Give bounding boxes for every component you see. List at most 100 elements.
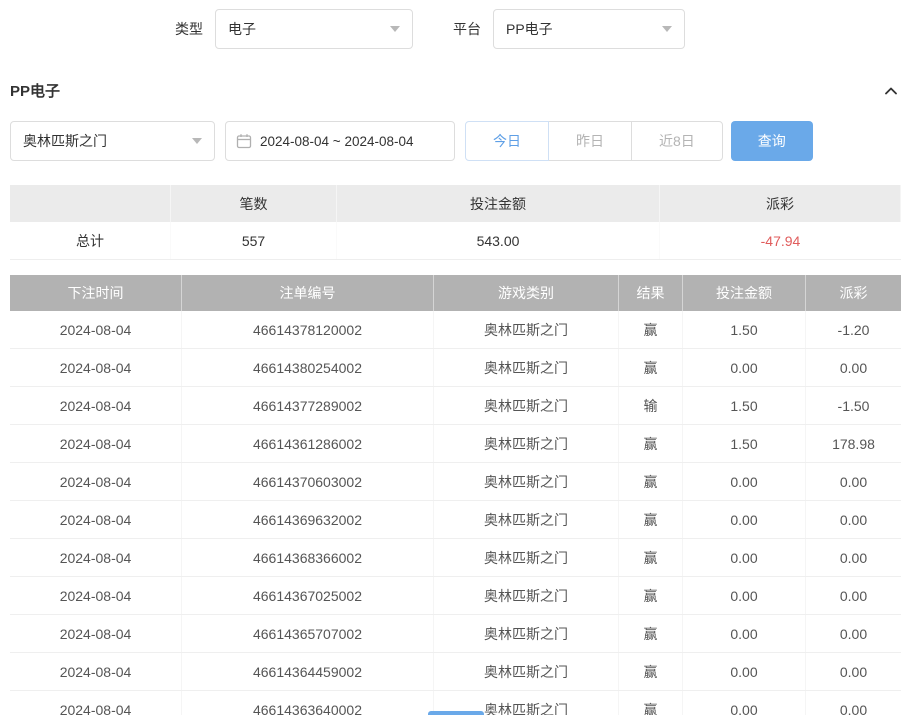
table-row: 2024-08-0446614377289002奥林匹斯之门输1.50-1.50 [10,387,901,425]
summary-total-label: 总计 [10,222,171,259]
result-cell: 赢 [619,691,683,715]
result-cell: 赢 [619,349,683,386]
summary-payout-value: -47.94 [660,222,901,259]
result-cell: 输 [619,387,683,424]
result-cell: 赢 [619,615,683,652]
date-range-input[interactable]: 2024-08-04 ~ 2024-08-04 [225,121,455,161]
chevron-down-icon [192,138,202,144]
top-filter-bar: 类型 电子 平台 PP电子 [10,0,901,58]
bet-time-cell: 2024-08-04 [10,501,182,538]
bet-time-cell: 2024-08-04 [10,311,182,348]
search-button[interactable]: 查询 [731,121,813,161]
last8days-button[interactable]: 近8日 [631,121,723,161]
table-row: 2024-08-0446614365707002奥林匹斯之门赢0.000.00 [10,615,901,653]
game-category-cell: 奥林匹斯之门 [434,577,619,614]
order-id-cell: 46614367025002 [182,577,434,614]
game-category-cell: 奥林匹斯之门 [434,615,619,652]
bet-amount-cell: 1.50 [683,425,806,462]
game-category-cell: 奥林匹斯之门 [434,425,619,462]
payout-cell: -1.20 [806,311,901,348]
game-category-cell: 奥林匹斯之门 [434,311,619,348]
bet-amount-cell: 1.50 [683,311,806,348]
summary-bet-amount-value: 543.00 [337,222,660,259]
bet-amount-cell: 0.00 [683,463,806,500]
game-category-cell: 奥林匹斯之门 [434,349,619,386]
calendar-icon [236,133,252,149]
platform-select[interactable]: PP电子 [493,9,685,49]
bet-amount-cell: 0.00 [683,577,806,614]
table-row: 2024-08-0446614380254002奥林匹斯之门赢0.000.00 [10,349,901,387]
payout-cell: 0.00 [806,501,901,538]
game-category-cell: 奥林匹斯之门 [434,539,619,576]
payout-cell: 0.00 [806,463,901,500]
order-id-cell: 46614364459002 [182,653,434,690]
bet-time-cell: 2024-08-04 [10,653,182,690]
game-select[interactable]: 奥林匹斯之门 [10,121,215,161]
type-label: 类型 [175,19,203,39]
game-category-cell: 奥林匹斯之门 [434,501,619,538]
platform-select-value: PP电子 [506,19,553,39]
payout-cell: -1.50 [806,387,901,424]
section-title: PP电子 [10,80,60,101]
summary-header-row: 笔数 投注金额 派彩 [10,185,901,222]
yesterday-button[interactable]: 昨日 [548,121,632,161]
result-cell: 赢 [619,311,683,348]
bet-amount-cell: 0.00 [683,653,806,690]
header-order-id: 注单编号 [182,275,434,311]
table-row: 2024-08-0446614370603002奥林匹斯之门赢0.000.00 [10,463,901,501]
chevron-up-icon [883,83,899,99]
order-id-cell: 46614369632002 [182,501,434,538]
bet-time-cell: 2024-08-04 [10,425,182,462]
chevron-down-icon [662,26,672,32]
header-bet-time: 下注时间 [10,275,182,311]
payout-cell: 178.98 [806,425,901,462]
bet-amount-cell: 0.00 [683,691,806,715]
page: 类型 电子 平台 PP电子 PP电子 奥林匹斯之门 [0,0,911,715]
table-row: 2024-08-0446614369632002奥林匹斯之门赢0.000.00 [10,501,901,539]
bet-time-cell: 2024-08-04 [10,577,182,614]
order-id-cell: 46614370603002 [182,463,434,500]
game-category-cell: 奥林匹斯之门 [434,463,619,500]
order-id-cell: 46614380254002 [182,349,434,386]
platform-label: 平台 [453,19,481,39]
quick-date-group: 今日 昨日 近8日 [465,121,723,161]
summary-header-payout: 派彩 [660,185,901,222]
game-select-value: 奥林匹斯之门 [23,131,107,151]
bet-amount-cell: 0.00 [683,539,806,576]
header-result: 结果 [619,275,683,311]
summary-header-bet-amount: 投注金额 [337,185,660,222]
bet-table: 下注时间 注单编号 游戏类别 结果 投注金额 派彩 2024-08-044661… [10,275,901,715]
payout-cell: 0.00 [806,349,901,386]
table-row: 2024-08-0446614378120002奥林匹斯之门赢1.50-1.20 [10,311,901,349]
chevron-down-icon [390,26,400,32]
table-row: 2024-08-0446614361286002奥林匹斯之门赢1.50178.9… [10,425,901,463]
bet-amount-cell: 0.00 [683,349,806,386]
today-button[interactable]: 今日 [465,121,549,161]
payout-cell: 0.00 [806,653,901,690]
summary-count-value: 557 [171,222,337,259]
result-cell: 赢 [619,653,683,690]
order-id-cell: 46614365707002 [182,615,434,652]
result-cell: 赢 [619,577,683,614]
table-row: 2024-08-0446614367025002奥林匹斯之门赢0.000.00 [10,577,901,615]
type-select-value: 电子 [228,19,256,39]
header-bet-amount: 投注金额 [683,275,806,311]
type-select[interactable]: 电子 [215,9,413,49]
bet-time-cell: 2024-08-04 [10,463,182,500]
collapse-button[interactable] [881,81,901,101]
order-id-cell: 46614361286002 [182,425,434,462]
order-id-cell: 46614377289002 [182,387,434,424]
order-id-cell: 46614368366002 [182,539,434,576]
game-category-cell: 奥林匹斯之门 [434,653,619,690]
bet-time-cell: 2024-08-04 [10,691,182,715]
bet-time-cell: 2024-08-04 [10,615,182,652]
result-cell: 赢 [619,463,683,500]
game-category-cell: 奥林匹斯之门 [434,387,619,424]
result-cell: 赢 [619,539,683,576]
result-cell: 赢 [619,501,683,538]
summary-table: 笔数 投注金额 派彩 总计 557 543.00 -47.94 [10,185,901,260]
payout-cell: 0.00 [806,615,901,652]
order-id-cell: 46614378120002 [182,311,434,348]
bottom-element-peek[interactable] [428,711,484,715]
order-id-cell: 46614363640002 [182,691,434,715]
